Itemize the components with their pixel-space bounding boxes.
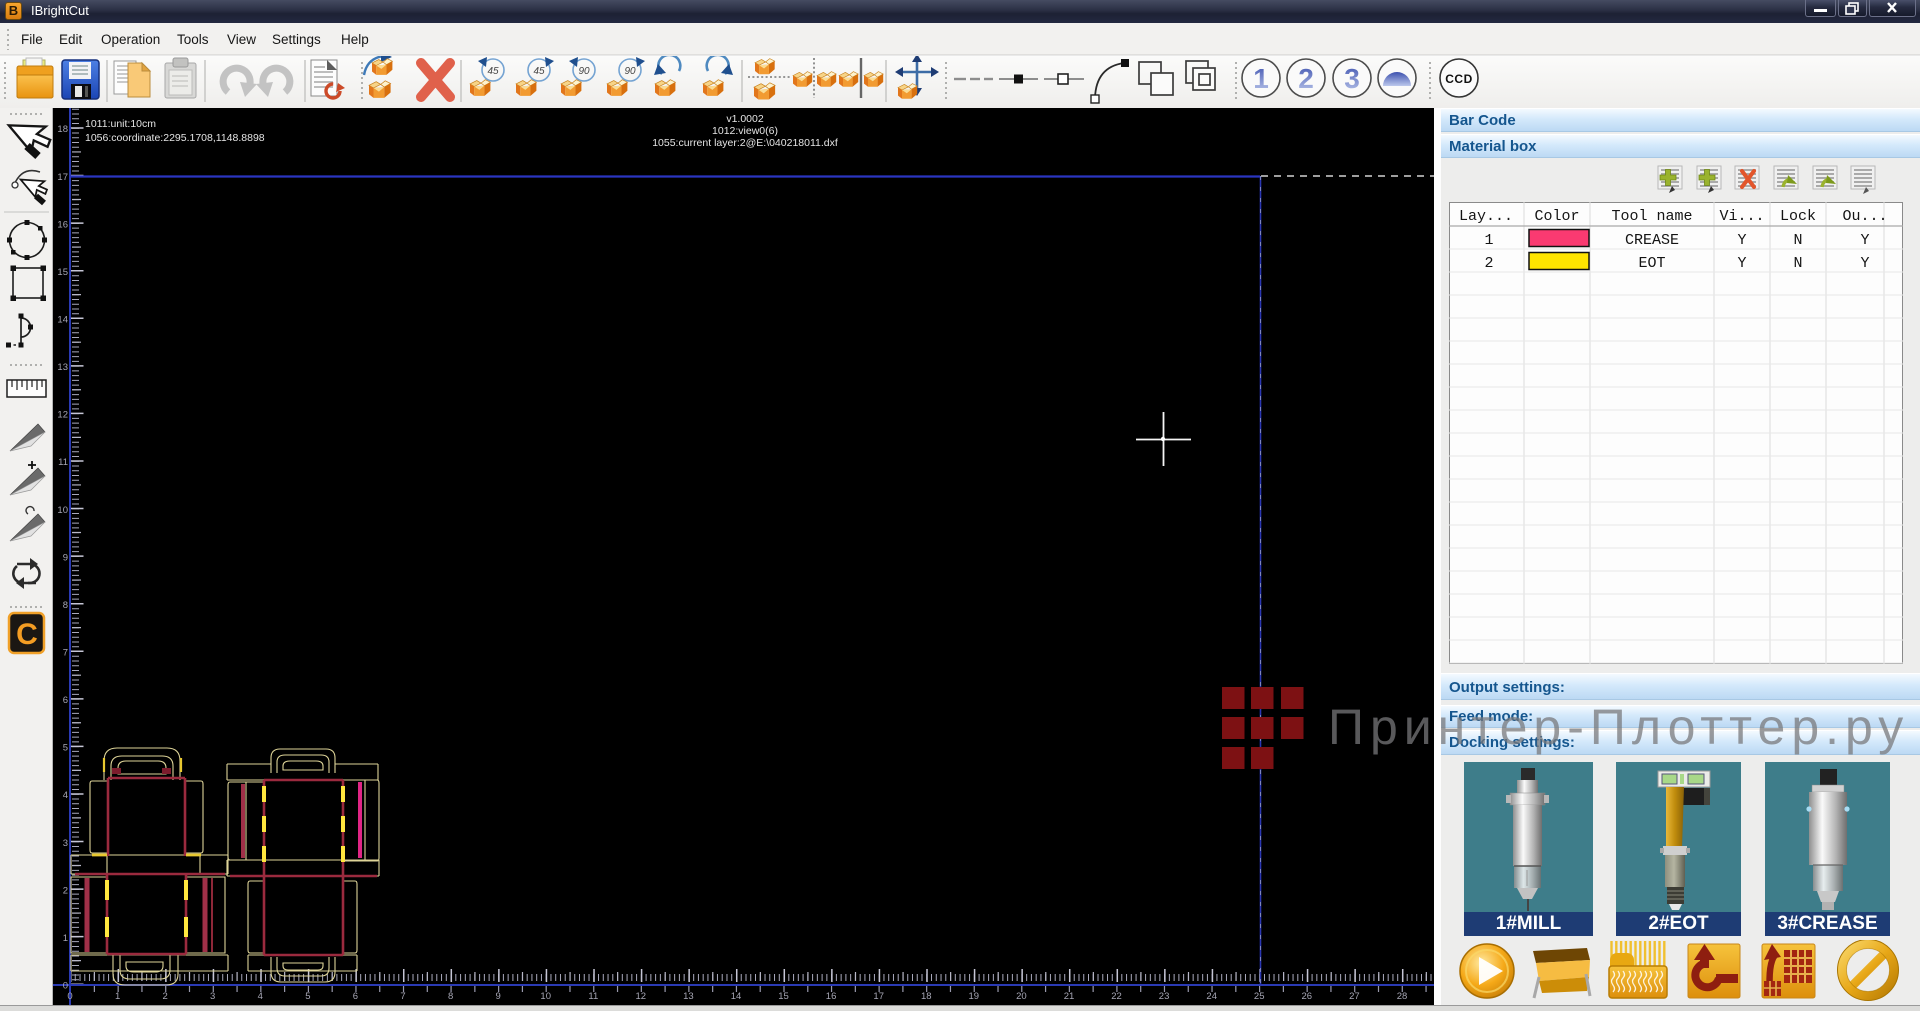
svg-text:2: 2 [1298, 63, 1314, 94]
svg-text:26: 26 [1302, 991, 1313, 1002]
svg-text:Y: Y [1737, 232, 1746, 249]
svg-text:6: 6 [353, 991, 358, 1002]
svg-text:3: 3 [63, 838, 68, 849]
svg-text:4: 4 [63, 790, 68, 801]
svg-text:12: 12 [57, 410, 68, 421]
svg-text:17: 17 [873, 991, 884, 1002]
svg-text:16: 16 [57, 219, 68, 230]
svg-text:Tool name: Tool name [1611, 208, 1692, 225]
svg-text:1011:unit:10cm: 1011:unit:10cm [85, 118, 156, 130]
svg-text:8: 8 [448, 991, 453, 1002]
svg-text:2: 2 [1484, 255, 1493, 272]
svg-text:N: N [1793, 255, 1802, 272]
svg-text:10: 10 [540, 991, 551, 1002]
svg-text:Lock: Lock [1780, 208, 1816, 225]
svg-text:11: 11 [58, 457, 68, 468]
svg-text:4: 4 [258, 991, 263, 1002]
svg-text:22: 22 [1111, 991, 1122, 1002]
svg-text:1056:coordinate:2295.1708,1148: 1056:coordinate:2295.1708,1148.8898 [85, 132, 265, 144]
svg-text:10: 10 [57, 505, 68, 516]
svg-text:23: 23 [1159, 991, 1170, 1002]
svg-text:90: 90 [578, 66, 590, 77]
svg-text:13: 13 [57, 362, 68, 373]
svg-text:1: 1 [63, 933, 68, 944]
svg-text:11: 11 [588, 991, 598, 1002]
svg-text:5: 5 [305, 991, 310, 1002]
svg-text:N: N [1793, 232, 1802, 249]
svg-text:v1.0002: v1.0002 [726, 113, 764, 125]
svg-text:45: 45 [487, 66, 499, 77]
svg-text:Ou...: Ou... [1842, 208, 1887, 225]
svg-text:Color: Color [1534, 208, 1579, 225]
svg-text:9: 9 [63, 552, 68, 563]
svg-text:EOT: EOT [1638, 255, 1665, 272]
svg-text:CCD: CCD [1445, 72, 1473, 86]
svg-text:3: 3 [210, 991, 215, 1002]
svg-text:Y: Y [1737, 255, 1746, 272]
svg-text:24: 24 [1206, 991, 1217, 1002]
svg-text:6: 6 [63, 695, 68, 706]
svg-text:Y: Y [1860, 255, 1869, 272]
svg-text:0: 0 [63, 981, 68, 992]
svg-text:1055:current layer:2@E:\040218: 1055:current layer:2@E:\040218011.dxf [652, 137, 838, 149]
svg-text:7: 7 [400, 991, 405, 1002]
svg-text:18: 18 [57, 124, 68, 135]
svg-text:Y: Y [1860, 232, 1869, 249]
svg-text:14: 14 [731, 991, 742, 1002]
svg-text:9: 9 [495, 991, 500, 1002]
svg-text:1: 1 [1484, 232, 1493, 249]
svg-text:15: 15 [778, 991, 789, 1002]
svg-text:3: 3 [1344, 63, 1360, 94]
svg-text:7: 7 [63, 648, 68, 659]
svg-text:5: 5 [63, 743, 68, 754]
svg-text:25: 25 [1254, 991, 1265, 1002]
svg-text:17: 17 [57, 172, 68, 183]
svg-text:18: 18 [921, 991, 932, 1002]
svg-text:2: 2 [162, 991, 167, 1002]
svg-text:Vi...: Vi... [1719, 208, 1764, 225]
svg-text:12: 12 [636, 991, 647, 1002]
svg-text:20: 20 [1016, 991, 1027, 1002]
svg-text:21: 21 [1064, 991, 1075, 1002]
svg-text:1: 1 [1253, 63, 1269, 94]
svg-text:19: 19 [969, 991, 980, 1002]
svg-text:1012:view0(6): 1012:view0(6) [712, 125, 778, 137]
svg-text:13: 13 [683, 991, 694, 1002]
svg-text:2: 2 [63, 885, 68, 896]
svg-text:15: 15 [57, 267, 68, 278]
svg-text:16: 16 [826, 991, 837, 1002]
svg-text:14: 14 [57, 315, 68, 326]
svg-text:CREASE: CREASE [1625, 232, 1679, 249]
svg-text:28: 28 [1397, 991, 1408, 1002]
svg-text:90: 90 [624, 66, 636, 77]
svg-text:8: 8 [63, 600, 68, 611]
svg-text:1: 1 [115, 991, 120, 1002]
svg-text:0: 0 [67, 991, 72, 1002]
svg-text:C: C [16, 618, 38, 651]
svg-text:Lay...: Lay... [1459, 208, 1513, 225]
svg-text:45: 45 [533, 66, 545, 77]
svg-text:27: 27 [1349, 991, 1360, 1002]
